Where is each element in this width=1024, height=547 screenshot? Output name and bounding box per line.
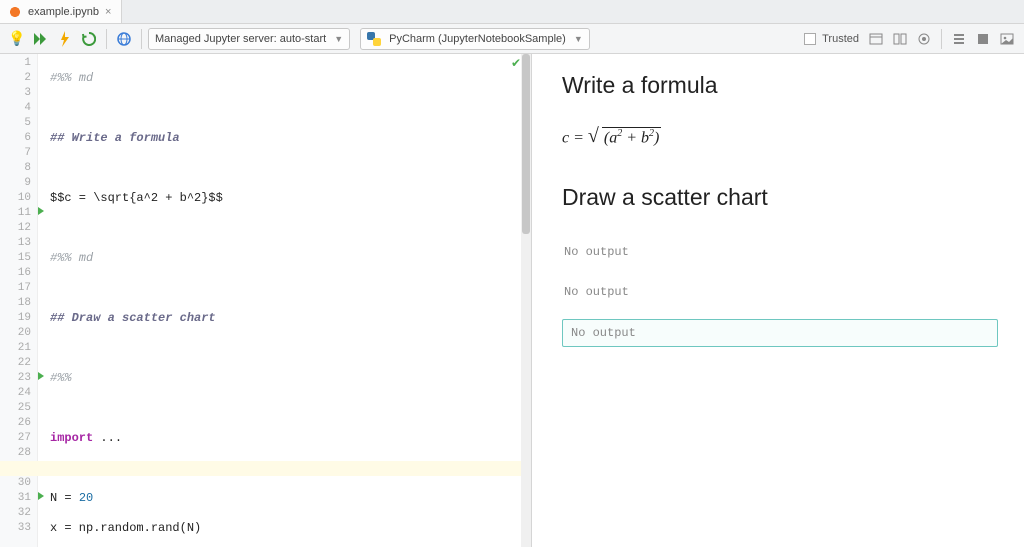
run-cell-icon[interactable] bbox=[38, 372, 44, 380]
toolbar-separator bbox=[941, 29, 942, 49]
source-view-icon[interactable] bbox=[865, 28, 887, 50]
tab-strip: example.ipynb × bbox=[0, 0, 1024, 24]
editor-preview-split: ✔ ➤ 12 34 56 78 910 1112 1315 1617 1819 … bbox=[0, 54, 1024, 547]
python-icon bbox=[367, 32, 381, 46]
interrupt-icon[interactable] bbox=[54, 28, 76, 50]
chevron-down-icon: ▼ bbox=[334, 34, 343, 44]
server-dropdown[interactable]: Managed Jupyter server: auto-start ▼ bbox=[148, 28, 350, 50]
toolbar-separator bbox=[141, 29, 142, 49]
code-editor[interactable]: ✔ ➤ 12 34 56 78 910 1112 1315 1617 1819 … bbox=[0, 54, 532, 547]
split-view-icon[interactable] bbox=[889, 28, 911, 50]
code-area[interactable]: #%% md ## Write a formula $$c = \sqrt{a^… bbox=[50, 54, 525, 547]
trusted-toggle[interactable]: Trusted bbox=[804, 33, 863, 45]
table-view-icon[interactable] bbox=[972, 28, 994, 50]
chevron-down-icon: ▼ bbox=[574, 34, 583, 44]
rendered-formula: c = (a2 + b2) bbox=[562, 127, 998, 148]
cell-output-empty: No output bbox=[562, 279, 998, 305]
scrollbar-thumb[interactable] bbox=[522, 54, 530, 234]
jupyter-file-icon bbox=[8, 5, 22, 19]
preview-view-icon[interactable] bbox=[913, 28, 935, 50]
intention-bulb-icon[interactable]: 💡 bbox=[6, 28, 28, 50]
server-dropdown-label: Managed Jupyter server: auto-start bbox=[155, 33, 326, 45]
editor-scrollbar[interactable] bbox=[521, 54, 531, 547]
preview-heading-formula: Write a formula bbox=[562, 72, 998, 99]
list-view-icon[interactable] bbox=[948, 28, 970, 50]
notebook-preview: Write a formula c = (a2 + b2) Draw a sca… bbox=[532, 54, 1024, 547]
tab-title: example.ipynb bbox=[28, 6, 99, 18]
restart-kernel-icon[interactable] bbox=[78, 28, 100, 50]
close-icon[interactable]: × bbox=[105, 6, 111, 18]
trusted-checkbox[interactable] bbox=[804, 33, 816, 45]
notebook-toolbar: 💡 Managed Jupyter server: auto-start ▼ P… bbox=[0, 24, 1024, 54]
run-all-icon[interactable] bbox=[30, 28, 52, 50]
trusted-label: Trusted bbox=[822, 33, 859, 45]
kernel-dropdown[interactable]: PyCharm (JupyterNotebookSample) ▼ bbox=[360, 28, 590, 50]
variables-icon[interactable] bbox=[113, 28, 135, 50]
view-mode-buttons bbox=[865, 28, 1018, 50]
toolbar-separator bbox=[106, 29, 107, 49]
tab-example-ipynb[interactable]: example.ipynb × bbox=[0, 0, 122, 23]
image-view-icon[interactable] bbox=[996, 28, 1018, 50]
cell-output-empty: No output bbox=[562, 239, 998, 265]
preview-heading-scatter: Draw a scatter chart bbox=[562, 184, 998, 211]
run-cell-icon[interactable] bbox=[38, 492, 44, 500]
run-cell-icon[interactable] bbox=[38, 207, 44, 215]
cell-output-empty-selected[interactable]: No output bbox=[562, 319, 998, 347]
kernel-dropdown-label: PyCharm (JupyterNotebookSample) bbox=[389, 33, 566, 45]
